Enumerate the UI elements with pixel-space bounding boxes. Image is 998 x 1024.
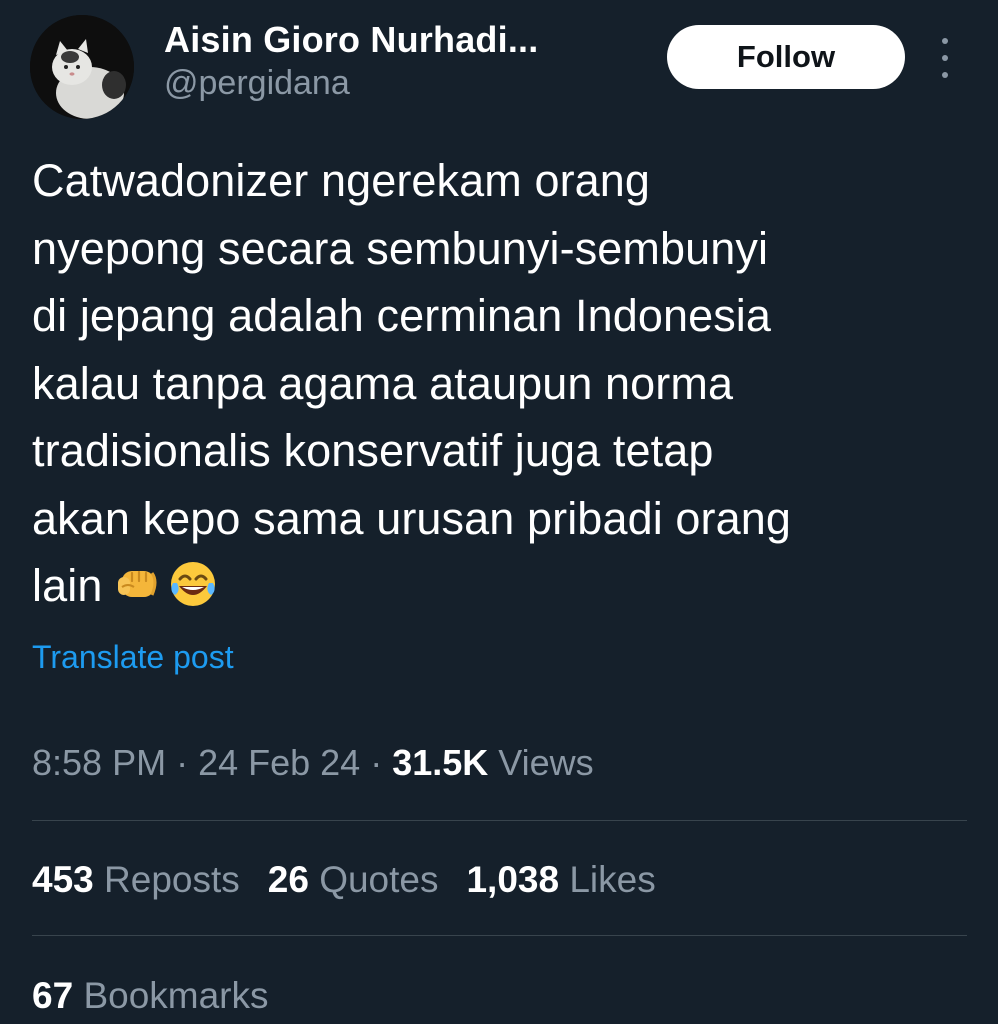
cat-avatar-icon: [30, 15, 134, 119]
author-info: Aisin Gioro Nurhadi... @pergidana: [164, 18, 538, 104]
tweet-meta: 8:58 PM · 24 Feb 24 · 31.5K Views: [32, 740, 594, 786]
likes-stat[interactable]: 1,038 Likes: [466, 859, 655, 900]
reposts-label: Reposts: [104, 859, 240, 900]
dot-icon: [942, 72, 948, 78]
meta-separator: ·: [166, 742, 199, 783]
divider: [32, 935, 967, 936]
more-options-icon[interactable]: [930, 38, 960, 78]
dot-icon: [942, 38, 948, 44]
views-count: 31.5K: [392, 742, 489, 783]
quotes-stat[interactable]: 26 Quotes: [268, 859, 439, 900]
quotes-label: Quotes: [319, 859, 439, 900]
meta-separator: ·: [360, 742, 393, 783]
follow-button[interactable]: Follow: [667, 25, 905, 89]
reposts-stat[interactable]: 453 Reposts: [32, 859, 240, 900]
reposts-count: 453: [32, 859, 94, 900]
emoji-group: [114, 559, 218, 609]
likes-label: Likes: [569, 859, 656, 900]
fist-icon: [118, 570, 157, 597]
likes-count: 1,038: [466, 859, 560, 900]
tweet-body: Catwadonizer ngerekam orang nyepong seca…: [32, 147, 972, 620]
avatar[interactable]: [30, 15, 134, 119]
tweet-header: Aisin Gioro Nurhadi... @pergidana Follow: [0, 0, 998, 130]
tweet-text: Catwadonizer ngerekam orang nyepong seca…: [32, 155, 791, 611]
bookmarks-stat[interactable]: 67 Bookmarks: [32, 972, 269, 1020]
engagement-stats: 453 Reposts 26 Quotes 1,038 Likes: [32, 856, 684, 904]
bookmarks-label: Bookmarks: [83, 975, 269, 1016]
author-handle[interactable]: @pergidana: [164, 62, 538, 104]
author-display-name[interactable]: Aisin Gioro Nurhadi...: [164, 18, 538, 62]
dot-icon: [942, 55, 948, 61]
tweet-time[interactable]: 8:58 PM: [32, 742, 166, 783]
bookmarks-count: 67: [32, 975, 74, 1016]
quotes-count: 26: [267, 859, 309, 900]
tears-of-joy-icon: [171, 562, 216, 606]
tweet-date[interactable]: 24 Feb 24: [198, 742, 360, 783]
views-label: Views: [498, 742, 594, 783]
divider: [32, 820, 967, 821]
translate-post-link[interactable]: Translate post: [32, 636, 234, 678]
